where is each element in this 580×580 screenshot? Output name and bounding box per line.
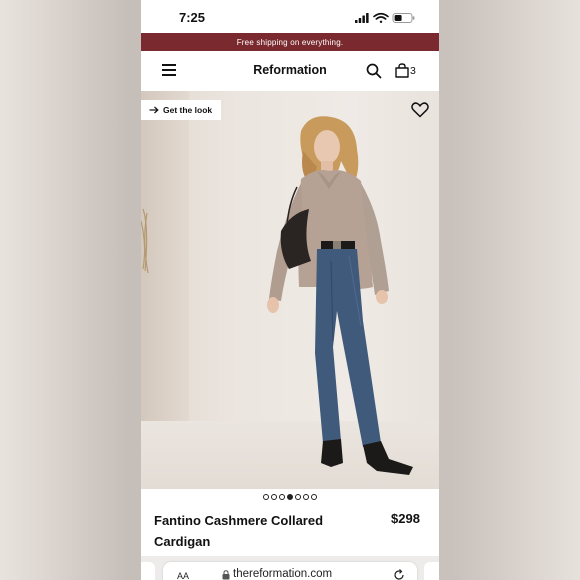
battery-icon	[392, 13, 415, 23]
lock-icon	[222, 570, 230, 580]
model-photo	[141, 116, 413, 475]
wishlist-button[interactable]	[411, 102, 429, 118]
product-image[interactable]: Get the look	[141, 91, 439, 489]
cart-count: 3	[410, 65, 416, 77]
reload-button[interactable]	[393, 568, 405, 580]
carousel-dot[interactable]	[279, 494, 285, 500]
carousel-dot[interactable]	[311, 494, 317, 500]
shopping-bag-icon	[395, 63, 409, 78]
heart-icon	[411, 102, 429, 118]
carousel-dot[interactable]	[287, 494, 293, 500]
status-icons	[355, 11, 419, 29]
carousel-dots	[141, 491, 439, 503]
carousel-dot[interactable]	[303, 494, 309, 500]
cellular-signal-icon	[355, 13, 369, 23]
product-name: Fantino Cashmere Collared Cardigan	[154, 513, 324, 549]
carousel-dot[interactable]	[271, 494, 277, 500]
product-price: $298	[391, 511, 420, 526]
arrow-right-icon	[149, 106, 159, 114]
carousel-dot[interactable]	[295, 494, 301, 500]
get-the-look-button[interactable]: Get the look	[141, 100, 222, 120]
browser-toolbar: AA thereformation.com	[141, 556, 439, 580]
phone-screen: 7:25 Free shipping on everything. Reform…	[141, 0, 439, 580]
status-bar: 7:25	[141, 0, 439, 33]
promo-banner-text: Free shipping on everything.	[236, 37, 344, 47]
search-icon	[366, 63, 382, 79]
get-the-look-label: Get the look	[163, 105, 213, 115]
status-time: 7:25	[179, 10, 206, 25]
tab-card-right[interactable]	[424, 562, 439, 580]
search-button[interactable]	[366, 63, 382, 79]
url-label: thereformation.com	[233, 568, 333, 580]
url-text[interactable]: thereformation.com	[222, 568, 333, 580]
plant-decoration	[141, 208, 149, 274]
cart-button[interactable]: 3	[395, 63, 419, 79]
text-size-button[interactable]: AA	[177, 571, 189, 580]
address-bar[interactable]: AA thereformation.com	[163, 562, 417, 580]
site-header: Reformation 3	[141, 51, 439, 91]
tab-card-left[interactable]	[141, 562, 155, 580]
reload-icon	[394, 569, 404, 580]
promo-banner: Free shipping on everything.	[141, 33, 439, 51]
wifi-icon	[373, 12, 389, 23]
carousel-dot[interactable]	[263, 494, 269, 500]
